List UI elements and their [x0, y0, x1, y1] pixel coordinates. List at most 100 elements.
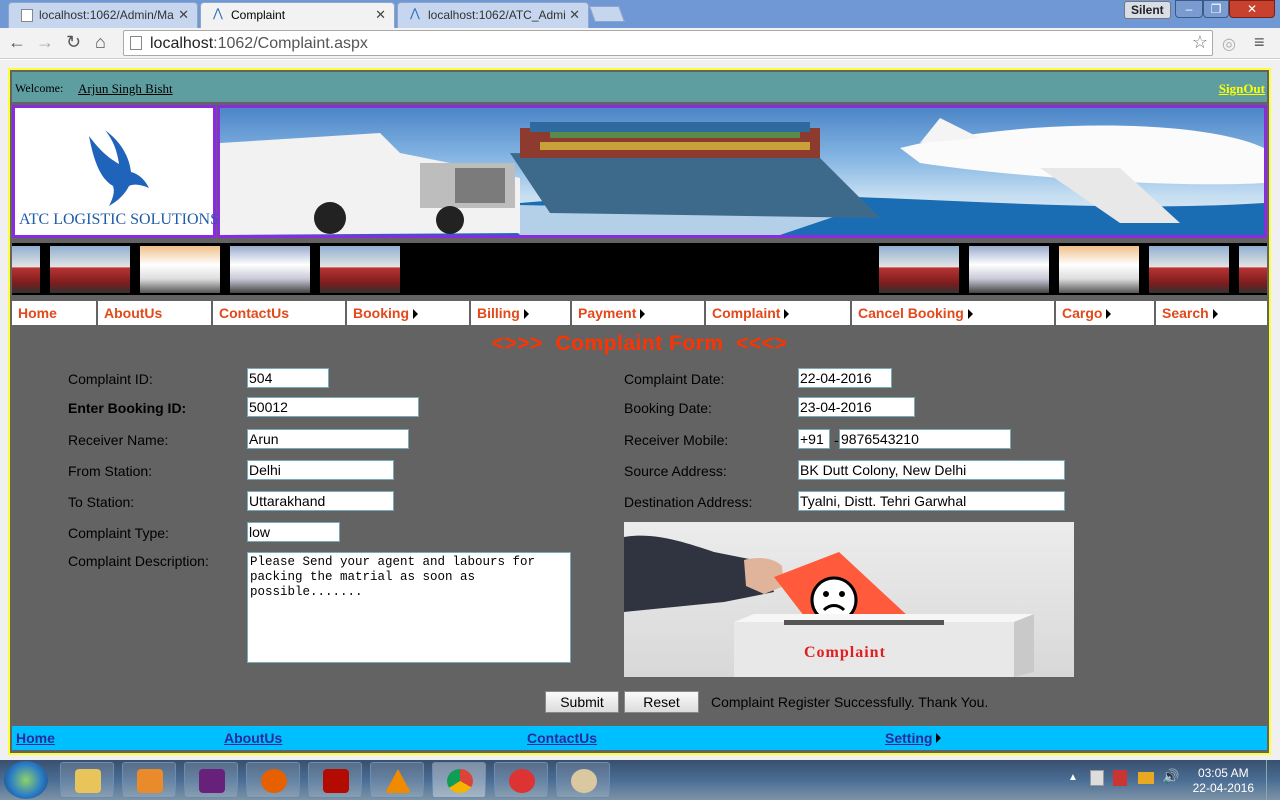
tab-atc-admin[interactable]: ⋀ localhost:1062/ATC_Admi ✕ — [397, 2, 589, 28]
extension-icon[interactable]: ◎ — [1222, 34, 1236, 54]
menu-item-aboutus[interactable]: AboutUs — [98, 301, 213, 325]
source-address-label: Source Address: — [624, 463, 727, 479]
tab-complaint[interactable]: ⋀ Complaint ✕ — [200, 2, 395, 28]
menu-item-cancel-booking[interactable]: Cancel Booking — [852, 301, 1056, 325]
source-address-input[interactable]: BK Dutt Colony, New Delhi — [798, 460, 1065, 480]
page-icon — [21, 9, 33, 22]
network-icon[interactable] — [1138, 772, 1154, 784]
menu-item-contactus[interactable]: ContactUs — [213, 301, 347, 325]
menu-label: Cancel Booking — [858, 305, 964, 321]
footer-contactus-link[interactable]: ContactUs — [527, 730, 597, 746]
booking-id-label: Enter Booking ID: — [68, 400, 187, 416]
close-tab-icon[interactable]: ✕ — [375, 7, 386, 23]
address-bar[interactable]: localhost:1062/Complaint.aspx ☆ — [123, 30, 1213, 56]
home-icon[interactable]: ⌂ — [95, 32, 106, 53]
menu-item-complaint[interactable]: Complaint — [706, 301, 852, 325]
tray-app-icon[interactable] — [1113, 770, 1127, 786]
start-button[interactable] — [4, 761, 48, 799]
booking-date-label: Booking Date: — [624, 400, 712, 416]
reset-button[interactable]: Reset — [624, 691, 699, 713]
profile-badge[interactable]: Silent — [1124, 1, 1171, 19]
booking-id-input[interactable]: 50012 — [247, 397, 419, 417]
complaint-type-input[interactable]: low — [247, 522, 340, 542]
explorer-taskbar-button[interactable] — [60, 762, 114, 798]
chrome-taskbar-button[interactable] — [432, 762, 486, 798]
user-name-link[interactable]: Arjun Singh Bisht — [78, 81, 173, 97]
bookmark-star-icon[interactable]: ☆ — [1192, 32, 1208, 53]
form-title: <>>> Complaint Form <<<> — [491, 332, 788, 355]
destination-address-label: Destination Address: — [624, 494, 753, 510]
windows-taskbar: ▲ 🔊 03:05 AM 22-04-2016 — [0, 760, 1280, 800]
to-station-label: To Station: — [68, 494, 135, 510]
menu-item-home[interactable]: Home — [12, 301, 98, 325]
forward-arrow-icon[interactable]: → — [36, 32, 54, 53]
firefox-icon — [261, 769, 287, 793]
chrome-icon — [447, 769, 473, 793]
ccleaner-taskbar-button[interactable] — [494, 762, 548, 798]
maximize-window-button[interactable]: ❐ — [1203, 0, 1229, 18]
submit-button[interactable]: Submit — [545, 691, 619, 713]
eagle-logo-icon — [89, 130, 149, 206]
new-tab-button[interactable] — [589, 6, 625, 22]
close-tab-icon[interactable]: ✕ — [569, 7, 580, 23]
action-center-icon[interactable] — [1090, 770, 1104, 786]
to-station-input[interactable]: Uttarakhand — [247, 491, 394, 511]
vlc-taskbar-button[interactable] — [370, 762, 424, 798]
complaint-description-textarea[interactable]: Please Send your agent and labours for p… — [247, 552, 571, 663]
firefox-taskbar-button[interactable] — [246, 762, 300, 798]
menu-item-search[interactable]: Search — [1156, 301, 1267, 325]
welcome-bar: Welcome: Arjun Singh Bisht SignOut — [12, 72, 1267, 102]
complaint-date-input[interactable]: 22-04-2016 — [798, 368, 892, 388]
close-tab-icon[interactable]: ✕ — [178, 7, 189, 23]
menu-label: ContactUs — [219, 305, 290, 321]
menu-label: Complaint — [712, 305, 781, 321]
menu-item-billing[interactable]: Billing — [471, 301, 572, 325]
signout-link[interactable]: SignOut — [1219, 81, 1265, 97]
clock-time: 03:05 AM — [1197, 766, 1249, 780]
media-player-taskbar-button[interactable] — [122, 762, 176, 798]
menu-item-booking[interactable]: Booking — [347, 301, 471, 325]
footer-home-link[interactable]: Home — [16, 730, 55, 746]
volume-icon[interactable]: 🔊 — [1162, 768, 1179, 785]
clock-date: 22-04-2016 — [1192, 781, 1254, 795]
footer-setting-link[interactable]: Setting — [885, 730, 932, 746]
close-window-button[interactable]: ✕ — [1229, 0, 1275, 18]
menu-hamburger-icon[interactable]: ≡ — [1254, 32, 1265, 53]
visual-studio-taskbar-button[interactable] — [184, 762, 238, 798]
complaint-id-label: Complaint ID: — [68, 371, 153, 387]
truck-thumbnail — [50, 246, 130, 293]
acrobat-taskbar-button[interactable] — [308, 762, 362, 798]
menu-label: Payment — [578, 305, 637, 321]
booking-date-input[interactable]: 23-04-2016 — [798, 397, 915, 417]
show-desktop-button[interactable] — [1266, 760, 1280, 800]
minimize-window-button[interactable]: – — [1175, 0, 1203, 18]
transport-banner-image — [217, 105, 1267, 238]
mobile-code-input[interactable]: +91 — [798, 429, 830, 449]
truck-thumbnail — [1149, 246, 1229, 293]
menu-label: AboutUs — [104, 305, 163, 321]
tab-admin-master[interactable]: localhost:1062/Admin/Ma ✕ — [8, 2, 198, 28]
page-icon — [130, 36, 142, 50]
receiver-name-input[interactable]: Arun — [247, 429, 409, 449]
menu-item-payment[interactable]: Payment — [572, 301, 706, 325]
url-path: :1062/Complaint.aspx — [213, 35, 368, 52]
reload-icon[interactable]: ↻ — [66, 32, 81, 53]
truck-thumbnail — [230, 246, 310, 293]
tab-title: localhost:1062/Admin/Ma — [39, 8, 174, 22]
mobile-number-input[interactable]: 9876543210 — [839, 429, 1011, 449]
destination-address-input[interactable]: Tyalni, Distt. Tehri Garwhal — [798, 491, 1065, 511]
footer-aboutus-link[interactable]: AboutUs — [224, 730, 282, 746]
show-hidden-icons-arrow-icon[interactable]: ▲ — [1068, 772, 1078, 783]
truck-thumbnail — [12, 246, 40, 293]
system-clock[interactable]: 03:05 AM 22-04-2016 — [1193, 766, 1254, 796]
complaint-id-input[interactable]: 504 — [247, 368, 329, 388]
menu-item-cargo[interactable]: Cargo — [1056, 301, 1156, 325]
submenu-arrow-icon — [784, 309, 790, 320]
mobile-separator: - — [834, 432, 839, 448]
tab-title: localhost:1062/ATC_Admi — [428, 8, 566, 22]
paint-taskbar-button[interactable] — [556, 762, 610, 798]
back-arrow-icon[interactable]: ← — [8, 32, 26, 53]
from-station-input[interactable]: Delhi — [247, 460, 394, 480]
truck-thumbnail — [320, 246, 400, 293]
from-station-label: From Station: — [68, 463, 153, 479]
